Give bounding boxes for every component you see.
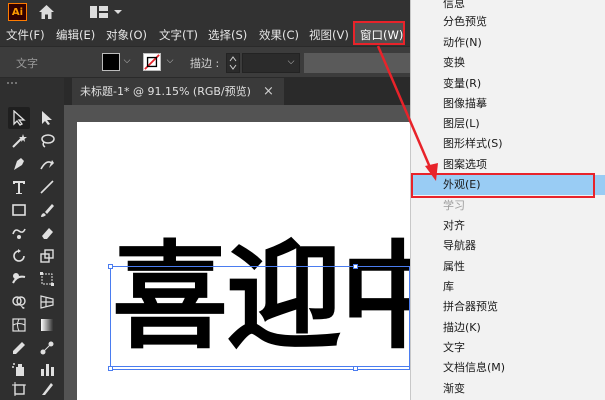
window-menu-item[interactable]: 动作(N) [411,33,605,53]
selection-tool-icon[interactable] [8,107,30,129]
mode-label: 文字 [16,57,38,70]
stroke-stepper[interactable] [226,53,240,73]
window-menu-item[interactable]: 变量(R) [411,74,605,94]
menu-file[interactable]: 文件(F) [6,27,45,43]
stroke-none-swatch[interactable] [143,53,161,71]
window-menu-item[interactable]: 库 [411,277,605,297]
window-menu-item[interactable]: 分色预览 [411,12,605,32]
menu-object[interactable]: 对象(O) [106,27,147,43]
menu-type[interactable]: 文字(T) [159,27,198,43]
window-menu-item[interactable]: 图像描摹 [411,94,605,114]
resize-handle[interactable] [353,264,358,269]
eraser-tool-icon[interactable] [36,222,58,244]
resize-handle[interactable] [108,366,113,371]
variable-width-profile[interactable] [304,53,410,73]
menu-effect[interactable]: 效果(C) [259,27,299,43]
window-menu-item[interactable]: 文字 [411,338,605,358]
scale-tool-icon[interactable] [36,245,58,267]
fill-dropdown-icon[interactable]: ⌵ [121,55,133,67]
window-menu-item[interactable]: 渐变 [411,379,605,399]
window-menu-item[interactable]: 图层(L) [411,114,605,134]
direct-selection-tool-icon[interactable] [36,107,58,129]
warp-tool-icon[interactable] [8,268,30,290]
menu-window[interactable]: 窗口(W) [360,27,403,43]
perspective-grid-tool-icon[interactable] [36,291,58,313]
panel-grip-icon [7,82,17,84]
magic-wand-tool-icon[interactable] [8,130,30,152]
rotate-tool-icon[interactable] [8,245,30,267]
mesh-tool-icon[interactable] [8,314,30,336]
rectangle-tool-icon[interactable] [8,199,30,221]
shape-builder-tool-icon[interactable] [8,291,30,313]
menu-select[interactable]: 选择(S) [208,27,247,43]
title-bar: Ai [0,0,410,24]
gradient-tool-icon[interactable] [36,314,58,336]
window-menu-item[interactable]: 拼合器预览 [411,297,605,317]
window-menu-dropdown: 信息 分色预览 动作(N) 变换 变量(R) 图像描摹 图层(L) 图形样式(S) 图案选项 外观… [410,0,605,400]
window-menu-item: 学习 [443,199,465,212]
close-tab-icon[interactable]: × [263,84,274,99]
document-tab-title: 未标题-1* @ 91.15% (RGB/预览) [80,85,251,98]
window-menu-item[interactable]: 导航器 [411,236,605,256]
selection-bounding-box [110,266,410,370]
paintbrush-tool-icon[interactable] [36,199,58,221]
stroke-label: 描边 : [190,57,220,70]
home-icon[interactable] [38,4,55,20]
fill-swatch[interactable] [102,53,120,71]
symbol-sprayer-tool-icon[interactable] [8,358,30,380]
pen-tool-icon[interactable] [8,153,30,175]
app-logo: Ai [8,3,27,21]
column-graph-tool-icon[interactable] [36,358,58,380]
curvature-tool-icon[interactable] [36,153,58,175]
window-menu-item[interactable]: 文档信息(M) [411,358,605,378]
window-menu-item[interactable]: 对齐 [411,216,605,236]
free-transform-tool-icon[interactable] [36,268,58,290]
window-menu-item[interactable]: 图案选项 [411,155,605,175]
line-tool-icon[interactable] [36,176,58,198]
control-bar: 文字 ⌵ ⌵ 描边 : ⌵ [0,46,410,78]
artboard-tool-icon[interactable] [8,378,30,400]
window-menu-item[interactable]: 图形样式(S) [411,134,605,154]
window-menu-item[interactable]: 描边(K) [411,318,605,338]
document-tab-bar: 未标题-1* @ 91.15% (RGB/预览) [64,78,410,105]
resize-handle[interactable] [108,264,113,269]
document-tab[interactable]: 未标题-1* @ 91.15% (RGB/预览) [72,78,284,105]
resize-handle[interactable] [353,366,358,371]
stepper-arrows-icon [229,56,237,70]
window-menu-item[interactable]: 属性 [411,257,605,277]
lasso-tool-icon[interactable] [36,130,58,152]
shaper-tool-icon[interactable] [8,222,30,244]
text-baseline [110,366,410,367]
type-tool-icon[interactable] [8,176,30,198]
menu-edit[interactable]: 编辑(E) [56,27,95,43]
stroke-weight-dropdown-icon[interactable]: ⌵ [285,56,297,68]
window-menu-item[interactable]: 变换 [411,53,605,73]
slice-tool-icon[interactable] [36,378,58,400]
eyedropper-tool-icon[interactable] [8,337,30,359]
blend-tool-icon[interactable] [36,337,58,359]
stroke-dropdown-icon[interactable]: ⌵ [164,55,176,67]
workspace-layout-icon[interactable] [90,5,122,19]
appearance-annotation-box [411,173,595,198]
menu-bar: 文件(F) 编辑(E) 对象(O) 文字(T) 选择(S) 效果(C) 视图(V… [0,24,410,46]
menu-view[interactable]: 视图(V) [309,27,349,43]
